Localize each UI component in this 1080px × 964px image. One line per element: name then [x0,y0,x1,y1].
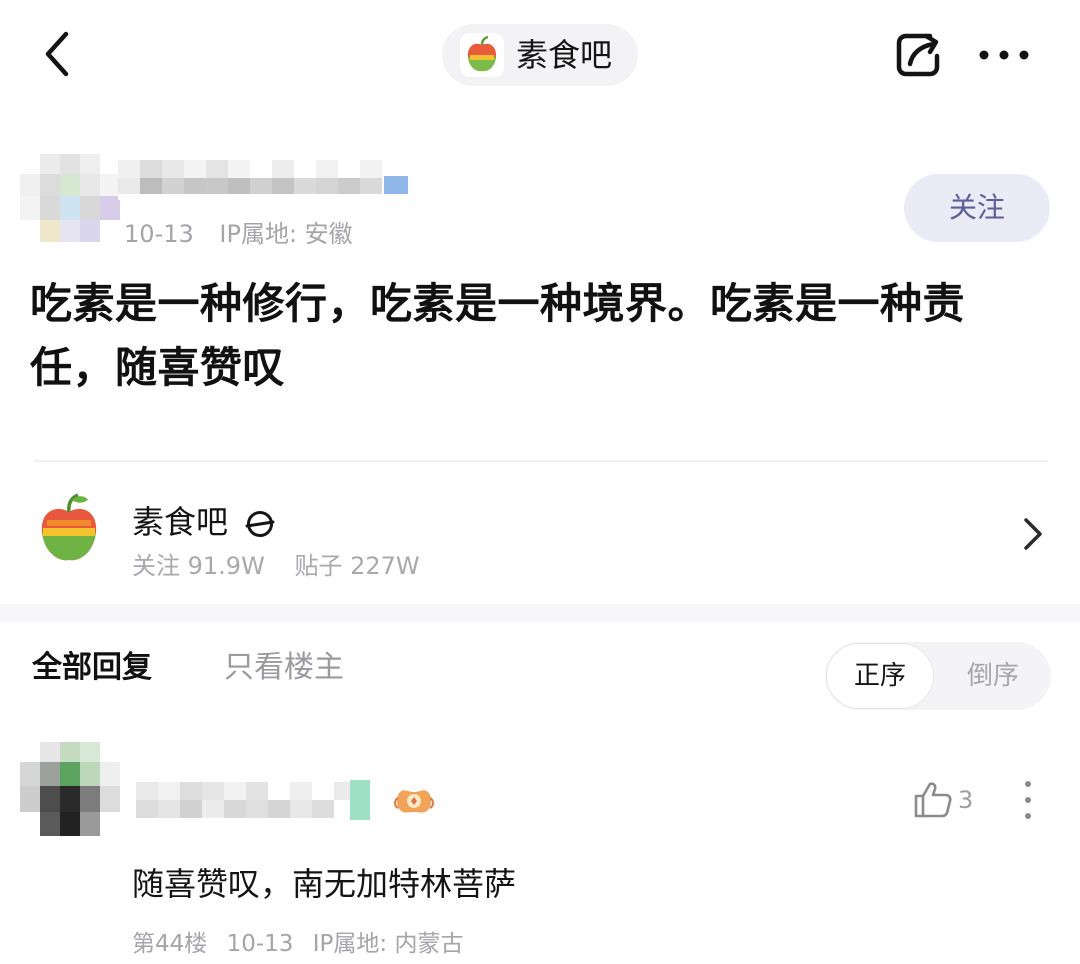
section-separator [0,604,1080,622]
sort-descending-button[interactable]: 倒序 [937,644,1049,708]
share-arrow-icon [896,33,940,77]
pixelated-avatar-image [20,742,120,838]
user-level-badge-icon [394,782,434,818]
official-badge-icon [244,509,276,539]
post-ip-location: IP属地: 安徽 [219,220,353,248]
post-meta: 10-13 IP属地: 安徽 [124,218,371,250]
author-name-blurred[interactable] [118,156,412,200]
forum-card-open[interactable] [1020,516,1046,552]
more-horizontal-icon [979,50,1029,60]
pixelated-avatar-image [20,154,120,246]
commenter-name-blurred[interactable] [136,780,384,820]
post-date: 10-13 [124,220,194,248]
forum-stats: 关注 91.9W 贴子 227W [132,550,442,582]
forum-logo-icon [460,33,504,77]
like-button[interactable] [912,780,954,820]
pixelated-name-image [118,156,412,200]
share-button[interactable] [890,26,948,84]
apple-logo-icon [41,493,97,561]
comment-floor: 第44楼 [132,931,208,957]
thumbs-up-icon [914,782,952,818]
sort-toggle: 正序 倒序 [825,642,1051,710]
tab-all-replies[interactable]: 全部回复 [32,648,152,688]
comment-meta: 第44楼 10-13 IP属地: 内蒙古 [132,928,475,960]
divider [34,460,1048,462]
comment-more-button[interactable] [1016,778,1040,822]
forum-card-logo[interactable] [34,490,104,566]
tab-only-op[interactable]: 只看楼主 [224,648,344,688]
author-avatar[interactable] [20,154,120,246]
forum-posts: 贴子 227W [294,552,420,580]
pixelated-name-image [136,780,384,820]
forum-card-name[interactable]: 素食吧 [132,502,228,542]
comment-text: 随喜赞叹，南无加特林菩萨 [132,865,517,903]
forum-title: 素食吧 [516,36,613,74]
sort-ascending-button[interactable]: 正序 [827,644,933,708]
forum-followers: 关注 91.9W [132,552,265,580]
comment-date: 10-13 [226,931,294,957]
chevron-right-icon [1024,518,1042,550]
chevron-left-icon [45,31,69,77]
like-count: 3 [958,786,974,814]
comment-ip-location: IP属地: 内蒙古 [312,931,464,957]
more-vertical-icon [1025,781,1031,819]
back-button[interactable] [30,22,90,86]
commenter-avatar[interactable] [20,742,120,838]
follow-button[interactable]: 关注 [904,174,1050,242]
post-content: 吃素是一种修行，吃素是一种境界。吃素是一种责任，随喜赞叹 [30,279,966,392]
forum-title-pill[interactable]: 素食吧 [442,24,638,86]
more-button[interactable] [974,28,1034,82]
